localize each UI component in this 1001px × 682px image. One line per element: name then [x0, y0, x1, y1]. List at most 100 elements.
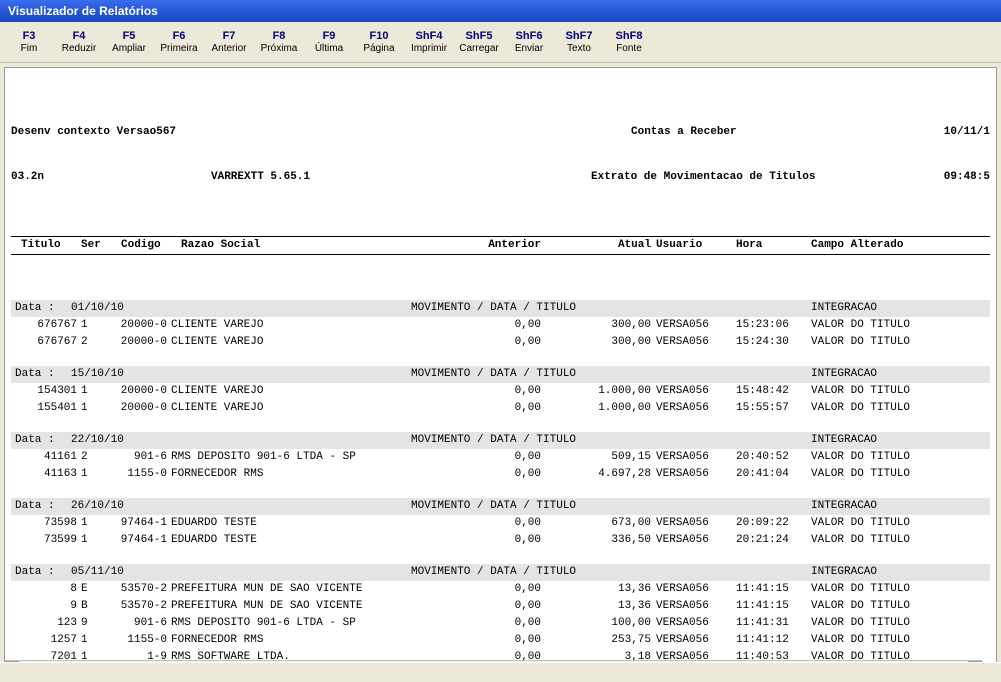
toolbar-página[interactable]: F10Página [354, 28, 404, 56]
table-row: 73598197464-1EDUARDO TESTE0,00673,00VERS… [11, 515, 990, 532]
toolbar-próxima[interactable]: F8Próxima [254, 28, 304, 56]
toolbar-key: F10 [370, 30, 389, 42]
toolbar-key: ShF5 [466, 30, 493, 42]
table-row: 1239901-6RMS DEPOSITO 901-6 LTDA - SP0,0… [11, 615, 990, 632]
toolbar-label: Primeira [160, 43, 197, 54]
cell-codigo: 20000-0 [101, 335, 171, 350]
column-headers: Titulo Ser Codigo Razao Social Anterior … [11, 236, 990, 255]
cell-campo: VALOR DO TITULO [801, 467, 990, 482]
col-razao: Razao Social [181, 238, 411, 253]
cell-hora: 20:21:24 [731, 533, 801, 548]
toolbar-última[interactable]: F9Última [304, 28, 354, 56]
cell-hora: 15:48:42 [731, 384, 801, 399]
group-integracao: INTEGRACAO [681, 367, 990, 382]
group-header: Data :05/11/10MOVIMENTO / DATA / TITULOI… [11, 564, 990, 581]
toolbar-label: Página [363, 43, 394, 54]
toolbar-key: ShF8 [616, 30, 643, 42]
cell-atual: 100,00 [541, 616, 651, 631]
col-usuario: Usuario [651, 238, 731, 253]
toolbar-fonte[interactable]: ShF8Fonte [604, 28, 654, 56]
cell-anterior: 0,00 [411, 467, 541, 482]
cell-usuario: VERSA056 [651, 582, 731, 597]
toolbar-label: Reduzir [62, 43, 96, 54]
col-anterior: Anterior [411, 238, 541, 253]
toolbar-key: F3 [23, 30, 36, 42]
table-row: 154301120000-0CLIENTE VAREJO0,001.000,00… [11, 383, 990, 400]
cell-usuario: VERSA056 [651, 533, 731, 548]
report-viewport[interactable]: Desenv contexto Versao567 Contas a Receb… [4, 67, 997, 675]
cell-titulo: 9 [11, 599, 81, 614]
cell-anterior: 0,00 [411, 633, 541, 648]
header-date: 10/11/1 [900, 125, 990, 140]
cell-anterior: 0,00 [411, 450, 541, 465]
table-row: 155401120000-0CLIENTE VAREJO0,001.000,00… [11, 400, 990, 417]
cell-ser: 1 [81, 533, 101, 548]
toolbar-texto[interactable]: ShF7Texto [554, 28, 604, 56]
cell-anterior: 0,00 [411, 582, 541, 597]
cell-hora: 11:41:31 [731, 616, 801, 631]
toolbar: F3FimF4ReduzirF5AmpliarF6PrimeiraF7Anter… [0, 22, 1001, 63]
group-integracao: INTEGRACAO [681, 433, 990, 448]
cell-codigo: 20000-0 [101, 318, 171, 333]
cell-usuario: VERSA056 [651, 335, 731, 350]
cell-atual: 253,75 [541, 633, 651, 648]
cell-campo: VALOR DO TITULO [801, 335, 990, 350]
cell-usuario: VERSA056 [651, 467, 731, 482]
toolbar-key: F4 [73, 30, 86, 42]
col-hora: Hora [731, 238, 801, 253]
cell-ser: 1 [81, 401, 101, 416]
group-date: 01/10/10 [71, 301, 411, 316]
cell-ser: 1 [81, 633, 101, 648]
table-row: 676767220000-0CLIENTE VAREJO0,00300,00VE… [11, 334, 990, 351]
toolbar-anterior[interactable]: F7Anterior [204, 28, 254, 56]
cell-codigo: 1155-0 [101, 633, 171, 648]
cell-razao: PREFEITURA MUN DE SAO VICENTE [171, 582, 411, 597]
cell-hora: 15:23:06 [731, 318, 801, 333]
cell-atual: 300,00 [541, 318, 651, 333]
cell-hora: 11:41:12 [731, 633, 801, 648]
toolbar-label: Fim [21, 43, 38, 54]
group-date: 26/10/10 [71, 499, 411, 514]
toolbar-carregar[interactable]: ShF5Carregar [454, 28, 504, 56]
group-header: Data :15/10/10MOVIMENTO / DATA / TITULOI… [11, 366, 990, 383]
toolbar-label: Ampliar [112, 43, 146, 54]
cell-codigo: 1155-0 [101, 467, 171, 482]
cell-campo: VALOR DO TITULO [801, 533, 990, 548]
toolbar-reduzir[interactable]: F4Reduzir [54, 28, 104, 56]
cell-hora: 11:41:15 [731, 582, 801, 597]
cell-campo: VALOR DO TITULO [801, 516, 990, 531]
cell-atual: 13,36 [541, 599, 651, 614]
toolbar-primeira[interactable]: F6Primeira [154, 28, 204, 56]
cell-campo: VALOR DO TITULO [801, 582, 990, 597]
cell-ser: 2 [81, 335, 101, 350]
col-codigo: Codigo [121, 238, 181, 253]
cell-codigo: 901-6 [101, 616, 171, 631]
group-label: Data : [11, 367, 71, 382]
toolbar-enviar[interactable]: ShF6Enviar [504, 28, 554, 56]
table-row: 8E53570-2PREFEITURA MUN DE SAO VICENTE0,… [11, 581, 990, 598]
toolbar-label: Anterior [211, 43, 246, 54]
cell-razao: PREFEITURA MUN DE SAO VICENTE [171, 599, 411, 614]
col-ser: Ser [81, 238, 121, 253]
group-movimento: MOVIMENTO / DATA / TITULO [411, 499, 681, 514]
cell-ser: 1 [81, 467, 101, 482]
toolbar-fim[interactable]: F3Fim [4, 28, 54, 56]
toolbar-imprimir[interactable]: ShF4Imprimir [404, 28, 454, 56]
cell-campo: VALOR DO TITULO [801, 401, 990, 416]
toolbar-label: Enviar [515, 43, 543, 54]
group-header: Data :26/10/10MOVIMENTO / DATA / TITULOI… [11, 498, 990, 515]
toolbar-label: Texto [567, 43, 591, 54]
table-row: 676767120000-0CLIENTE VAREJO0,00300,00VE… [11, 317, 990, 334]
cell-hora: 20:41:04 [731, 467, 801, 482]
cell-codigo: 97464-1 [101, 516, 171, 531]
cell-campo: VALOR DO TITULO [801, 450, 990, 465]
cell-titulo: 41163 [11, 467, 81, 482]
cell-campo: VALOR DO TITULO [801, 599, 990, 614]
toolbar-ampliar[interactable]: F5Ampliar [104, 28, 154, 56]
group-integracao: INTEGRACAO [681, 301, 990, 316]
cell-atual: 1.000,00 [541, 401, 651, 416]
cell-ser: B [81, 599, 101, 614]
cell-titulo: 154301 [11, 384, 81, 399]
cell-titulo: 1257 [11, 633, 81, 648]
cell-usuario: VERSA056 [651, 516, 731, 531]
